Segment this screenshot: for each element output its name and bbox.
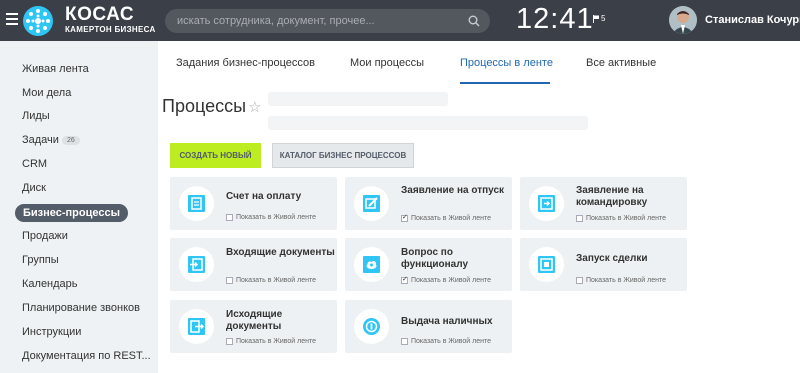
show-in-feed-checkbox[interactable]: Показать в Живой ленте: [401, 338, 491, 345]
card-title: Исходящие документы: [226, 309, 283, 332]
active-tab-indicator: [460, 82, 550, 84]
background-ghost: [268, 116, 588, 130]
card-title: Заявление на отпуск: [401, 185, 505, 196]
search-input[interactable]: [177, 9, 462, 33]
process-card[interactable]: Заявление на командировку Показать в Жив…: [520, 177, 687, 230]
card-title: Выдача наличных: [401, 316, 493, 327]
process-card[interactable]: Выдача наличных Показать в Живой ленте: [345, 300, 512, 353]
process-card[interactable]: Заявление на отпуск Показать в Живой лен…: [345, 177, 512, 230]
show-in-feed-checkbox[interactable]: Показать в Живой ленте: [226, 277, 316, 284]
arrow-right-icon: [529, 186, 564, 221]
tab-bp-tasks[interactable]: Задания бизнес-процессов: [176, 57, 315, 69]
incoming-icon: [179, 247, 214, 282]
show-in-feed-checkbox[interactable]: Показать в Живой ленте: [226, 214, 316, 221]
sidebar-item-tasks[interactable]: Задачи 26: [22, 134, 80, 146]
card-title: Запуск сделки: [576, 253, 648, 264]
checkbox-label: Показать в Живой ленте: [586, 277, 666, 284]
card-title: Вопрос по функционалу: [401, 247, 469, 270]
search-box[interactable]: [165, 9, 490, 33]
sidebar-item-rest-docs[interactable]: Документация по REST...: [22, 350, 151, 362]
sidebar-item-groups[interactable]: Группы: [22, 254, 59, 266]
checkbox-box[interactable]: [401, 213, 408, 222]
top-header: КОСАС КАМЕРТОН БИЗНЕСА 12:41 5 Станислав…: [0, 0, 800, 41]
checkbox-box[interactable]: [226, 277, 233, 284]
sidebar-item-sales[interactable]: Продажи: [22, 230, 68, 242]
coin-icon: [354, 309, 389, 344]
process-card[interactable]: Вопрос по функционалу Показать в Живой л…: [345, 238, 512, 291]
flag-count: 5: [601, 14, 606, 23]
sidebar-item-label: Задачи: [22, 134, 59, 146]
checkbox-label: Показать в Живой ленте: [236, 214, 316, 221]
show-in-feed-checkbox[interactable]: Показать в Живой ленте: [576, 277, 666, 284]
tasks-count-badge: 26: [61, 135, 80, 145]
checkbox-box[interactable]: [576, 277, 583, 284]
checkbox-box[interactable]: [226, 338, 233, 345]
brand-name: КОСАС: [65, 4, 135, 25]
cloud-icon: [354, 247, 389, 282]
document-icon: [179, 186, 214, 221]
card-title: Входящие документы: [226, 247, 335, 258]
tab-processes-in-feed[interactable]: Процессы в ленте: [460, 57, 553, 69]
user-name[interactable]: Станислав Кочурин: [705, 14, 800, 26]
pencil-icon: [354, 186, 389, 221]
sidebar-item-disk[interactable]: Диск: [22, 182, 46, 194]
background-ghost: [268, 92, 448, 106]
card-title: Счет на оплату: [226, 191, 302, 202]
checkbox-label: Показать в Живой ленте: [411, 338, 491, 345]
sidebar-item-my-tasks[interactable]: Мои дела: [22, 87, 71, 99]
checkbox-box[interactable]: [401, 275, 408, 284]
checkbox-label: Показать в Живой ленте: [586, 215, 666, 222]
flag-icon: [593, 14, 599, 23]
sidebar-item-call-planning[interactable]: Планирование звонков: [22, 302, 140, 314]
tabs-bar: Задания бизнес-процессов Мои процессы Пр…: [158, 41, 800, 86]
show-in-feed-checkbox[interactable]: Показать в Живой ленте: [401, 213, 491, 222]
process-card[interactable]: Входящие документы Показать в Живой лент…: [170, 238, 337, 291]
star-icon[interactable]: ☆: [248, 98, 261, 116]
show-in-feed-checkbox[interactable]: Показать в Живой ленте: [401, 275, 491, 284]
avatar[interactable]: [669, 6, 697, 34]
square-icon: [529, 247, 564, 282]
sidebar-item-leads[interactable]: Лиды: [22, 110, 50, 122]
show-in-feed-checkbox[interactable]: Показать в Живой ленте: [226, 338, 316, 345]
checkbox-box[interactable]: [576, 215, 583, 222]
show-in-feed-checkbox[interactable]: Показать в Живой ленте: [576, 215, 666, 222]
search-icon[interactable]: [468, 15, 480, 27]
sidebar-item-business-processes[interactable]: Бизнес-процессы: [15, 204, 128, 222]
checkbox-box[interactable]: [401, 338, 408, 345]
checkbox-label: Показать в Живой ленте: [236, 338, 316, 345]
brand-tagline: КАМЕРТОН БИЗНЕСА: [65, 25, 156, 34]
menu-icon[interactable]: [6, 13, 18, 25]
sidebar-item-calendar[interactable]: Календарь: [22, 278, 78, 290]
logo-icon: [23, 6, 53, 36]
process-card[interactable]: Запуск сделки Показать в Живой ленте: [520, 238, 687, 291]
bp-catalog-button[interactable]: КАТАЛОГ БИЗНЕС ПРОЦЕССОВ: [272, 143, 414, 168]
clock[interactable]: 12:41: [516, 3, 594, 36]
tab-all-active[interactable]: Все активные: [586, 57, 656, 69]
sidebar: Живая лента Мои дела Лиды Задачи 26 CRM Д…: [0, 41, 158, 373]
tab-my-processes[interactable]: Мои процессы: [350, 57, 424, 69]
user-avatar-icon: [669, 6, 697, 34]
sidebar-item-live-feed[interactable]: Живая лента: [22, 63, 89, 75]
card-title: Заявление на командировку: [576, 185, 648, 208]
process-card[interactable]: Исходящие документы Показать в Живой лен…: [170, 300, 337, 353]
checkbox-label: Показать в Живой ленте: [411, 215, 491, 222]
checkbox-label: Показать в Живой ленте: [411, 277, 491, 284]
process-card[interactable]: Счет на оплату Показать в Живой ленте: [170, 177, 337, 230]
outgoing-icon: [179, 309, 214, 344]
sidebar-item-crm[interactable]: CRM: [22, 158, 47, 170]
checkbox-box[interactable]: [226, 214, 233, 221]
sidebar-item-instructions[interactable]: Инструкции: [22, 326, 81, 338]
checkbox-label: Показать в Живой ленте: [236, 277, 316, 284]
worktime-flag[interactable]: 5: [593, 14, 605, 23]
page-title: Процессы: [162, 96, 247, 116]
create-new-button[interactable]: СОЗДАТЬ НОВЫЙ: [170, 143, 261, 168]
